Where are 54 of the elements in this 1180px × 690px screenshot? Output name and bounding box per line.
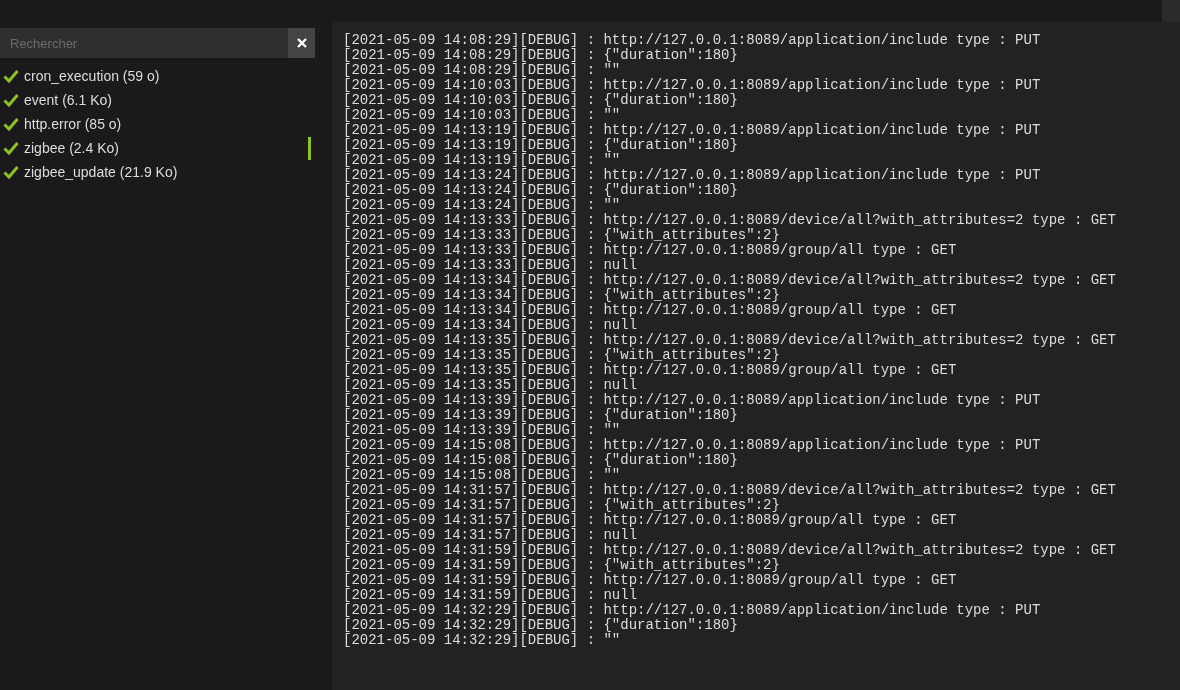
log-line: [2021-05-09 14:31:59][DEBUG] : http://127.0.0.1:8089/group/all type : GET	[343, 573, 958, 588]
log-line: [2021-05-09 14:31:57][DEBUG] : null	[343, 528, 639, 543]
check-icon[interactable]	[3, 141, 19, 155]
log-line: [2021-05-09 14:13:34][DEBUG] : http://127.0.0.1:8089/device/all?with_attributes=2 type : GET	[343, 273, 1117, 288]
log-line: [2021-05-09 14:32:29][DEBUG] : http://127.0.0.1:8089/application/include type : PUT	[343, 603, 1042, 618]
log-line: [2021-05-09 14:32:29][DEBUG] : {"duration":180}	[343, 618, 739, 633]
log-line: [2021-05-09 14:13:35][DEBUG] : http://127.0.0.1:8089/group/all type : GET	[343, 363, 958, 378]
log-line: [2021-05-09 14:13:35][DEBUG] : null	[343, 378, 639, 393]
log-line: [2021-05-09 14:15:08][DEBUG] : {"duration":180}	[343, 453, 739, 468]
log-line: [2021-05-09 14:13:34][DEBUG] : {"with_attributes":2}	[343, 288, 781, 303]
log-line: [2021-05-09 14:13:19][DEBUG] : http://127.0.0.1:8089/application/include type : PUT	[343, 123, 1042, 138]
log-line: [2021-05-09 14:10:03][DEBUG] : {"duration":180}	[343, 93, 739, 108]
log-line: [2021-05-09 14:13:24][DEBUG] : http://127.0.0.1:8089/application/include type : PUT	[343, 168, 1042, 183]
log-line: [2021-05-09 14:13:34][DEBUG] : null	[343, 318, 639, 333]
log-line: [2021-05-09 14:13:33][DEBUG] : {"with_attributes":2}	[343, 228, 781, 243]
clear-button[interactable]	[288, 28, 315, 58]
log-line: [2021-05-09 14:13:33][DEBUG] : null	[343, 258, 639, 273]
log-file-item[interactable]: zigbee_update (21.9 Ko)	[24, 160, 311, 184]
log-file-item[interactable]: http.error (85 o)	[24, 112, 311, 136]
log-file-item[interactable]: zigbee (2.4 Ko)	[24, 136, 311, 160]
log-line: [2021-05-09 14:13:24][DEBUG] : ""	[343, 198, 622, 213]
log-line: [2021-05-09 14:13:34][DEBUG] : http://127.0.0.1:8089/group/all type : GET	[343, 303, 958, 318]
log-line: [2021-05-09 14:08:29][DEBUG] : {"duration":180}	[343, 48, 739, 63]
log-line: [2021-05-09 14:13:33][DEBUG] : http://127.0.0.1:8089/group/all type : GET	[343, 243, 958, 258]
log-line: [2021-05-09 14:13:19][DEBUG] : {"duration":180}	[343, 138, 739, 153]
search-field[interactable]: Rechercher	[0, 28, 288, 58]
log-line: [2021-05-09 14:13:39][DEBUG] : {"duration":180}	[343, 408, 739, 423]
log-line: [2021-05-09 14:13:19][DEBUG] : ""	[343, 153, 622, 168]
log-line: [2021-05-09 14:08:29][DEBUG] : ""	[343, 63, 622, 78]
log-line: [2021-05-09 14:13:39][DEBUG] : ""	[343, 423, 622, 438]
log-file-item[interactable]: event (6.1 Ko)	[24, 88, 311, 112]
log-line: [2021-05-09 14:13:39][DEBUG] : http://127.0.0.1:8089/application/include type : PUT	[343, 393, 1042, 408]
log-line: [2021-05-09 14:15:08][DEBUG] : http://127.0.0.1:8089/application/include type : PUT	[343, 438, 1042, 453]
log-line: [2021-05-09 14:31:57][DEBUG] : http://127.0.0.1:8089/device/all?with_attributes=2 type : GET	[343, 483, 1117, 498]
log-line: [2021-05-09 14:13:35][DEBUG] : {"with_attributes":2}	[343, 348, 781, 363]
log-line: [2021-05-09 14:10:03][DEBUG] : http://127.0.0.1:8089/application/include type : PUT	[343, 78, 1042, 93]
log-line: [2021-05-09 14:31:59][DEBUG] : http://127.0.0.1:8089/device/all?with_attributes=2 type : GET	[343, 543, 1117, 558]
log-line: [2021-05-09 14:10:03][DEBUG] : ""	[343, 108, 622, 123]
log-line: [2021-05-09 14:31:57][DEBUG] : {"with_attributes":2}	[343, 498, 781, 513]
check-icon[interactable]	[3, 93, 19, 107]
log-line: [2021-05-09 14:32:29][DEBUG] : ""	[343, 633, 622, 648]
log-line: [2021-05-09 14:13:24][DEBUG] : {"duration":180}	[343, 183, 739, 198]
check-icon[interactable]	[3, 165, 19, 179]
close-icon	[296, 38, 307, 48]
log-line: [2021-05-09 14:08:29][DEBUG] : http://127.0.0.1:8089/application/include type : PUT	[343, 33, 1042, 48]
log-line: [2021-05-09 14:31:57][DEBUG] : http://127.0.0.1:8089/group/all type : GET	[343, 513, 958, 528]
check-icon[interactable]	[3, 117, 19, 131]
log-line: [2021-05-09 14:31:59][DEBUG] : null	[343, 588, 639, 603]
log-line: [2021-05-09 14:31:59][DEBUG] : {"with_attributes":2}	[343, 558, 781, 573]
log-line: [2021-05-09 14:15:08][DEBUG] : ""	[343, 468, 622, 483]
log-line: [2021-05-09 14:13:33][DEBUG] : http://127.0.0.1:8089/device/all?with_attributes=2 type : GET	[343, 213, 1117, 228]
check-icon[interactable]	[3, 69, 19, 83]
log-file-item[interactable]: cron_execution (59 o)	[24, 64, 311, 88]
log-line: [2021-05-09 14:13:35][DEBUG] : http://127.0.0.1:8089/device/all?with_attributes=2 type : GET	[343, 333, 1117, 348]
